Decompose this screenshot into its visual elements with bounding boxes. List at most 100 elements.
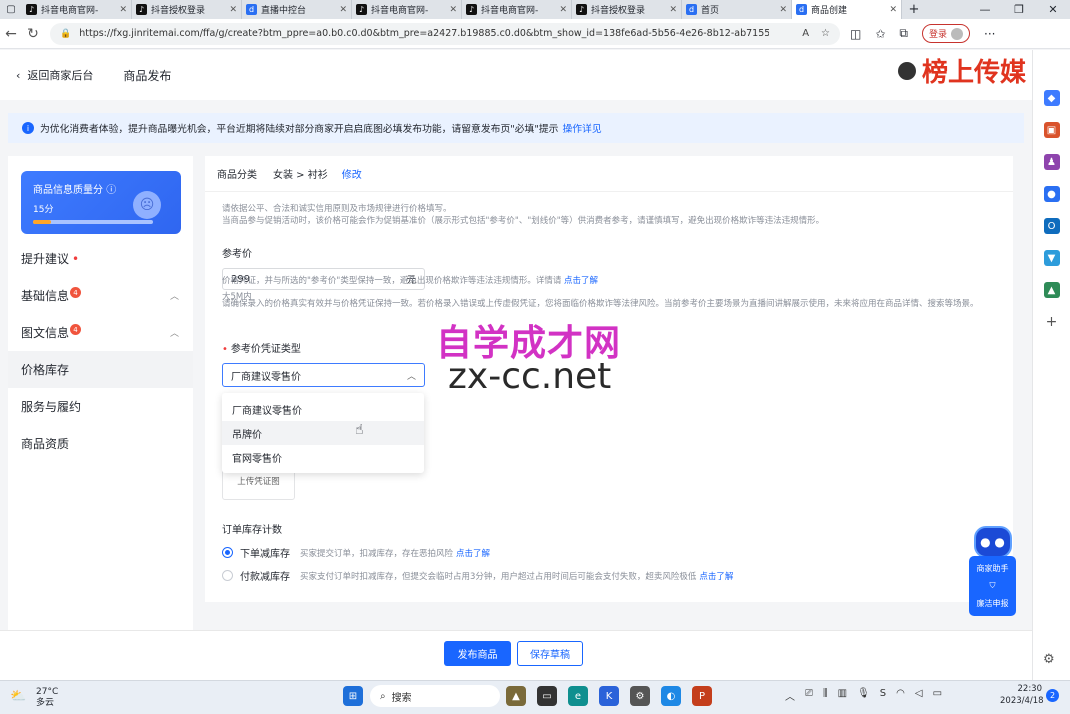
merchant-assistant[interactable]: ● ● 商家助手 ⛉ 廉洁申报 (969, 526, 1016, 618)
gear-app-icon[interactable]: ⚙ (630, 686, 650, 706)
shield-icon: ⛉ (989, 580, 996, 590)
close-icon[interactable]: ✕ (229, 5, 237, 15)
weather-widget[interactable]: ⛅ 27°C 多云 (10, 687, 58, 709)
app-k-icon[interactable]: K (599, 686, 619, 706)
feishu-icon[interactable]: ◐ (661, 686, 681, 706)
restore-icon[interactable]: ❐ (1002, 3, 1036, 16)
audio-bars-icon[interactable]: ⫼ (823, 688, 828, 703)
new-tab-button[interactable]: + (902, 2, 926, 17)
nav-media-info[interactable]: 图文信息 4 ︿ (8, 314, 193, 351)
quality-score-card[interactable]: 商品信息质量分 ⓘ 15分 ☹ (21, 171, 181, 234)
shopping-icon[interactable]: ▼ (1043, 250, 1060, 266)
voucher-type-select[interactable]: 厂商建议零售价 ︿ (222, 363, 425, 387)
mountain-icon[interactable]: ▲ (506, 686, 526, 706)
save-draft-button[interactable]: 保存草稿 (517, 641, 583, 666)
radio-unchecked[interactable] (222, 570, 233, 581)
radio-checked[interactable] (222, 547, 233, 558)
minimize-icon[interactable]: — (968, 3, 1002, 16)
battery-icon[interactable]: ▭ (933, 688, 942, 703)
split-screen-icon[interactable]: ◫ (850, 27, 861, 41)
tree-icon[interactable]: ▲ (1043, 282, 1060, 298)
stock-option-order[interactable]: 下单减库存 买家提交订单，扣减库存，存在恶拍风险 点击了解 (222, 545, 490, 560)
nav-qualification[interactable]: 商品资质 (8, 425, 193, 462)
nav-service[interactable]: 服务与履约 (8, 388, 193, 425)
add-icon[interactable]: + (1044, 314, 1060, 330)
clock[interactable]: 22:30 2023/4/18 (1000, 683, 1044, 707)
browser-tab[interactable]: ♪ 抖音授权登录 ✕ (132, 0, 242, 19)
nav-price-stock[interactable]: 价格库存 (8, 351, 193, 388)
stock-label: 订单库存计数 (222, 525, 282, 536)
close-icon[interactable]: ✕ (559, 5, 567, 15)
close-icon[interactable]: ✕ (889, 5, 897, 15)
nav-basic-info[interactable]: 基础信息 4 ︿ (8, 277, 193, 314)
count-badge: 4 (70, 287, 82, 298)
close-icon[interactable]: ✕ (339, 5, 347, 15)
mic-icon[interactable]: 🎙 (857, 688, 870, 703)
voucher-help: 价格凭证，并与所选的"参考价"类型保持一致，避免出现价格欺诈等违法违规情形。详情… (222, 276, 599, 286)
volume-icon[interactable]: ◁ (915, 688, 923, 703)
browser-tab[interactable]: d 首页 ✕ (682, 0, 792, 19)
chevron-up-icon[interactable]: ︿ (785, 688, 795, 703)
game-icon[interactable]: ⎚ (805, 688, 813, 703)
chevron-up-icon[interactable]: ︿ (170, 289, 179, 302)
more-icon[interactable]: ··· (984, 27, 995, 41)
chevron-up-icon[interactable]: ︿ (170, 326, 179, 339)
powerpoint-icon[interactable]: P (692, 686, 712, 706)
learn-more-link[interactable]: 点击了解 (564, 276, 598, 286)
app-tray-icon[interactable]: S (880, 688, 886, 703)
douyin-icon: ♪ (466, 4, 477, 15)
back-arrow-icon[interactable]: ← (0, 26, 22, 42)
outlook-icon[interactable]: O (1043, 218, 1060, 234)
settings-icon[interactable]: ⚙ (1043, 652, 1055, 667)
notice-link[interactable]: 操作详见 (562, 121, 601, 135)
edge-icon[interactable]: e (568, 686, 588, 706)
briefcase-icon[interactable]: ▣ (1043, 122, 1060, 138)
learn-more-link[interactable]: 点击了解 (456, 547, 490, 559)
price-help-text: 请依据公平、合法和诚实信用原则及市场规律进行价格填写。 当商品参与促销活动时，该… (222, 204, 825, 226)
vpn-icon[interactable]: ▥ (838, 688, 847, 703)
windows-start-icon[interactable]: ⊞ (343, 686, 363, 706)
browser-tab[interactable]: d 直播中控台 ✕ (242, 0, 352, 19)
publish-button[interactable]: 发布商品 (444, 641, 511, 666)
window-menu-icon[interactable]: ▢ (0, 0, 22, 19)
lock-icon: 🔒 (60, 28, 72, 39)
browser-tab-active[interactable]: d 商品创建 ✕ (792, 0, 902, 19)
help-icon[interactable]: ⓘ (106, 185, 116, 196)
address-bar: ← ↻ 🔒 https://fxg.jinritemai.com/ffa/g/c… (0, 19, 1070, 49)
close-icon[interactable]: ✕ (779, 5, 787, 15)
collections-icon[interactable]: ⧉ (899, 26, 908, 41)
hand-cursor-icon: ☝ (355, 422, 364, 438)
copilot-icon[interactable]: ● (1043, 186, 1060, 202)
close-icon[interactable]: ✕ (119, 5, 127, 15)
nav-suggest[interactable]: 提升建议 • (8, 240, 193, 277)
left-nav: 商品信息质量分 ⓘ 15分 ☹ 提升建议 • 基础信息 4 ︿ 图文信息 4 ︿ 价格库存… (8, 156, 193, 630)
tag-icon[interactable]: ◆ (1043, 90, 1060, 106)
douyin-icon: ♪ (136, 4, 147, 15)
taskbar-search[interactable]: ⌕ 搜索 (370, 685, 500, 707)
learn-more-link[interactable]: 点击了解 (699, 570, 733, 582)
browser-tab[interactable]: ♪ 抖音授权登录 ✕ (572, 0, 682, 19)
dropdown-option[interactable]: 厂商建议零售价 (222, 397, 424, 421)
edit-category-link[interactable]: 修改 (342, 166, 362, 181)
favorite-icon[interactable]: ☆ (821, 28, 830, 39)
dropdown-option[interactable]: 吊牌价 (222, 421, 424, 445)
url-field[interactable]: 🔒 https://fxg.jinritemai.com/ffa/g/creat… (50, 22, 840, 45)
close-window-icon[interactable]: ✕ (1036, 3, 1070, 16)
wifi-icon[interactable]: ◠ (896, 688, 905, 703)
browser-tab[interactable]: ♪ 抖音电商官网- ✕ (462, 0, 572, 19)
integrity-report-link[interactable]: 廉洁申报 (977, 598, 1009, 609)
back-to-merchant-link[interactable]: ‹ 返回商家后台 (16, 67, 93, 83)
login-button[interactable]: 登录 (921, 24, 970, 43)
browser-tab[interactable]: ♪ 抖音电商官网- ✕ (22, 0, 132, 19)
close-icon[interactable]: ✕ (449, 5, 457, 15)
refresh-icon[interactable]: ↻ (22, 26, 44, 42)
close-icon[interactable]: ✕ (669, 5, 677, 15)
read-aloud-icon[interactable]: A (802, 28, 809, 39)
browser-tab[interactable]: ♪ 抖音电商官网- ✕ (352, 0, 462, 19)
people-icon[interactable]: ♟ (1043, 154, 1060, 170)
dropdown-option[interactable]: 官网零售价 (222, 445, 424, 469)
task-view-icon[interactable]: ▭ (537, 686, 557, 706)
notification-badge[interactable]: 2 (1046, 689, 1059, 702)
favorites-bar-icon[interactable]: ✩ (875, 27, 885, 41)
stock-option-pay[interactable]: 付款减库存 买家支付订单时扣减库存，但提交会临时占用3分钟，用户超过占用时间后可… (222, 568, 733, 583)
